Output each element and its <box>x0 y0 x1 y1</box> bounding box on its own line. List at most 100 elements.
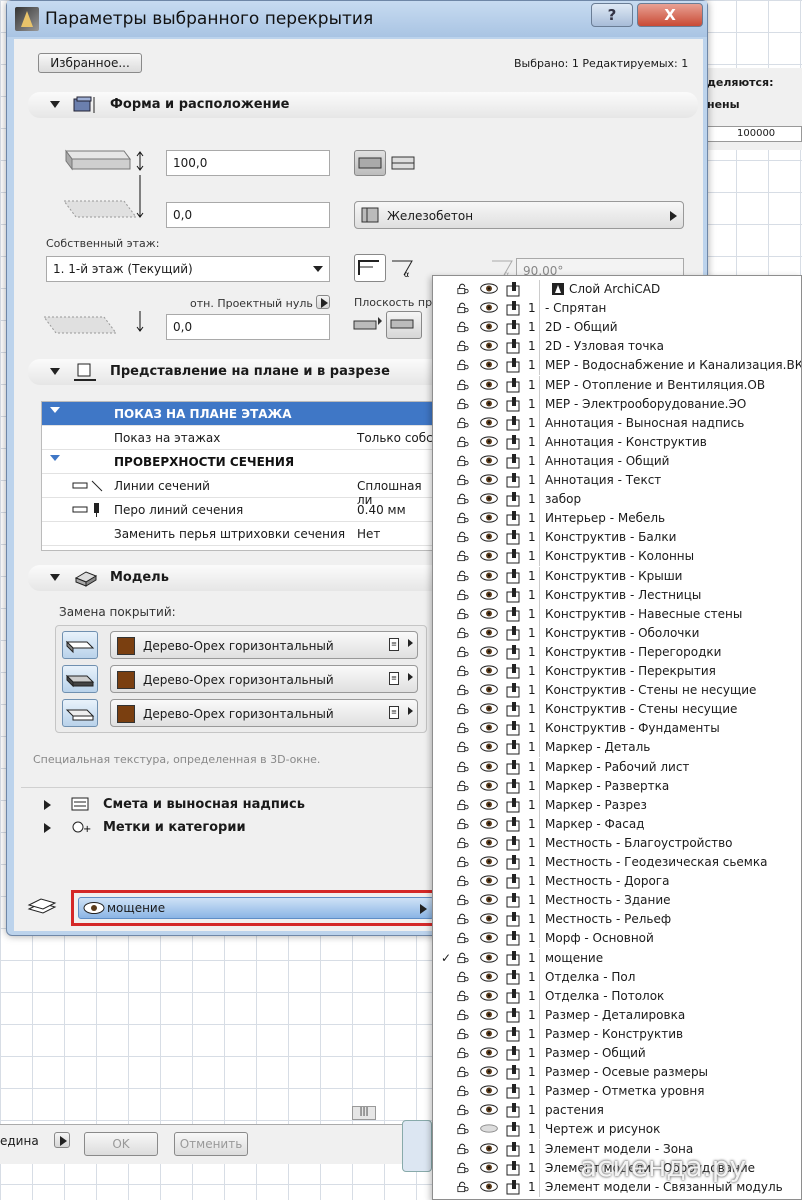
lock-icon[interactable] <box>457 855 469 868</box>
layer-list-item[interactable]: 1 Отделка - Пол <box>433 967 801 987</box>
eye-icon[interactable] <box>479 492 499 505</box>
layer-list-item[interactable]: 1 Маркер - Рабочий лист <box>433 757 801 777</box>
wireframe-pen-icon[interactable] <box>505 663 523 679</box>
layer-list-item[interactable]: 1 Маркер - Развертка <box>433 776 801 796</box>
ok-button[interactable]: OK <box>84 1132 158 1156</box>
wireframe-pen-icon[interactable] <box>505 682 523 698</box>
eye-icon[interactable] <box>479 397 499 410</box>
reference-level-input[interactable]: 0,0 <box>166 314 330 340</box>
archicad-layer-icon[interactable] <box>551 282 565 296</box>
wireframe-pen-icon[interactable] <box>505 415 523 431</box>
wireframe-pen-icon[interactable] <box>505 797 523 813</box>
eye-icon[interactable] <box>479 588 499 601</box>
wireframe-pen-icon[interactable] <box>505 319 523 335</box>
layer-list-item[interactable]: 1 Аннотация - Текст <box>433 471 801 490</box>
lock-icon[interactable] <box>457 702 469 715</box>
home-story-select[interactable]: 1. 1-й этаж (Текущий) <box>46 256 330 282</box>
wireframe-pen-icon[interactable] <box>505 568 523 584</box>
top-surface-material-button[interactable]: Дерево-Орех горизонтальный ≡ <box>110 631 418 659</box>
lock-icon[interactable] <box>457 435 469 448</box>
wireframe-pen-icon[interactable] <box>505 835 523 851</box>
wireframe-pen-icon[interactable] <box>505 453 523 469</box>
eye-icon[interactable] <box>479 339 499 352</box>
wireframe-pen-icon[interactable] <box>505 338 523 354</box>
eye-icon[interactable] <box>479 1103 499 1116</box>
wireframe-pen-icon[interactable] <box>505 1083 523 1099</box>
layer-list-item[interactable]: 1 Конструктив - Колонны <box>433 547 801 567</box>
lock-icon[interactable] <box>457 339 469 352</box>
layer-list-item[interactable]: 1 Морф - Основной <box>433 929 801 949</box>
eye-icon[interactable] <box>479 760 499 773</box>
wireframe-pen-icon[interactable] <box>505 300 523 316</box>
title-bar[interactable]: Параметры выбранного перекрытия ? X <box>7 1 707 37</box>
eye-icon[interactable] <box>479 607 499 620</box>
layer-list-item[interactable]: 1 2D - Общий <box>433 318 801 338</box>
lock-icon[interactable] <box>457 320 469 333</box>
lock-icon[interactable] <box>457 664 469 677</box>
thickness-input[interactable]: 100,0 <box>166 150 330 176</box>
wireframe-pen-icon[interactable] <box>505 491 523 507</box>
lock-icon[interactable] <box>457 569 469 582</box>
lock-icon[interactable] <box>457 358 469 371</box>
wireframe-pen-icon[interactable] <box>505 778 523 794</box>
wireframe-pen-icon[interactable] <box>505 701 523 717</box>
plane-bottom-button[interactable] <box>386 311 422 339</box>
edge-surface-material-button[interactable]: Дерево-Орех горизонтальный ≡ <box>110 665 418 693</box>
lock-icon[interactable] <box>457 1142 469 1155</box>
lock-icon[interactable] <box>457 454 469 467</box>
layer-list-item[interactable]: 1 Размер - Общий <box>433 1044 801 1063</box>
layer-list-item[interactable]: 1 Интерьер - Мебель <box>433 509 801 529</box>
layer-list-item[interactable]: 1 - Спрятан <box>433 299 801 319</box>
eye-icon[interactable] <box>479 454 499 467</box>
layer-list-item[interactable]: 1 Аннотация - Общий <box>433 451 801 471</box>
table-row[interactable]: Перо линий сечения 0.40 мм <box>42 498 438 522</box>
eye-icon[interactable] <box>479 702 499 715</box>
wireframe-pen-icon[interactable] <box>505 892 523 908</box>
eye-icon[interactable] <box>479 1046 499 1059</box>
eye-icon[interactable] <box>479 511 499 524</box>
lock-icon[interactable] <box>457 912 469 925</box>
eye-icon[interactable] <box>479 1142 499 1155</box>
lock-icon[interactable] <box>457 683 469 696</box>
wireframe-pen-icon[interactable] <box>505 510 523 526</box>
layer-list-item[interactable]: 1 Чертеж и рисунок <box>433 1120 801 1140</box>
structure-composite-icon[interactable] <box>390 153 416 173</box>
lock-icon[interactable] <box>457 1103 469 1116</box>
lock-icon[interactable] <box>457 1046 469 1059</box>
layer-list-item[interactable]: ✓ 1 мощение <box>433 948 801 968</box>
eye-icon[interactable] <box>479 989 499 1002</box>
layer-list-item[interactable]: 1 Конструктив - Перегородки <box>433 642 801 662</box>
lock-icon[interactable] <box>457 378 469 391</box>
structure-basic-button[interactable] <box>354 150 386 176</box>
eye-icon[interactable] <box>479 740 499 753</box>
eye-icon[interactable] <box>479 683 499 696</box>
wireframe-pen-icon[interactable] <box>505 587 523 603</box>
wireframe-pen-icon[interactable] <box>505 625 523 641</box>
lock-icon[interactable] <box>457 416 469 429</box>
layer-list-item[interactable]: 1 забор <box>433 490 801 510</box>
eye-icon[interactable] <box>479 549 499 562</box>
layer-list-item[interactable]: 1 Размер - Отметка уровня <box>433 1082 801 1102</box>
layer-list-item[interactable]: 1 Конструктив - Стены несущие <box>433 700 801 720</box>
wireframe-pen-icon[interactable] <box>505 969 523 985</box>
wireframe-pen-icon[interactable] <box>505 1141 523 1157</box>
eye-icon[interactable] <box>479 301 499 314</box>
layer-list-item[interactable]: 1 Маркер - Деталь <box>433 738 801 758</box>
lock-icon[interactable] <box>457 798 469 811</box>
wireframe-pen-icon[interactable] <box>505 1045 523 1061</box>
layer-list-item[interactable]: 1 Местность - Геодезическая сьемка <box>433 853 801 872</box>
lock-icon[interactable] <box>457 931 469 944</box>
eye-icon[interactable] <box>479 817 499 830</box>
layer-list-item[interactable]: 1 Конструктив - Навесные стены <box>433 604 801 624</box>
lock-icon[interactable] <box>457 473 469 486</box>
lock-icon[interactable] <box>457 511 469 524</box>
wireframe-pen-icon[interactable] <box>505 1121 523 1137</box>
eye-icon[interactable] <box>479 530 499 543</box>
lock-icon[interactable] <box>457 951 469 964</box>
wireframe-pen-icon[interactable] <box>505 472 523 488</box>
layer-list-item[interactable]: 1 Аннотация - Конструктив <box>433 432 801 452</box>
layer-list-item[interactable]: 1 Отделка - Потолок <box>433 986 801 1006</box>
eye-icon[interactable] <box>479 1027 499 1040</box>
edge-angle-icon[interactable]: α <box>390 257 416 279</box>
wireframe-pen-icon[interactable] <box>505 759 523 775</box>
